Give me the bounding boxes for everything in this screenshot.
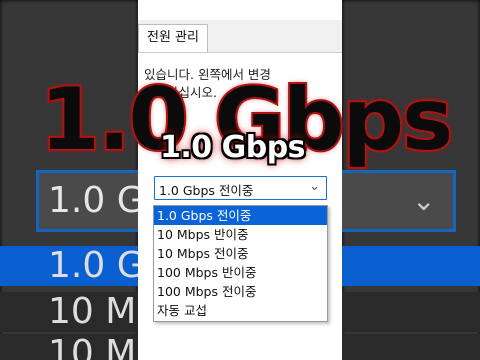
properties-dialog: 전원 관리 있습니다. 왼쪽에서 변경 선택하십시오. 1.0 Gbps 전이중… bbox=[138, 0, 342, 360]
dropdown-option[interactable]: 100 Mbps 반이중 bbox=[154, 263, 327, 282]
dropdown-option[interactable]: 100 Mbps 전이중 bbox=[154, 282, 327, 301]
dropdown-option[interactable]: 10 Mbps 전이중 bbox=[154, 244, 327, 263]
select-value: 1.0 Gbps 전이중 bbox=[159, 183, 254, 198]
overlay-caption-small: 1.0 Gbps bbox=[160, 130, 306, 165]
dropdown-option[interactable]: 10 Mbps 반이중 bbox=[154, 225, 327, 244]
blurred-chevron-icon: ⌄ bbox=[412, 184, 436, 217]
speed-duplex-select[interactable]: 1.0 Gbps 전이중 ⌄ bbox=[154, 176, 327, 200]
tab-power-management[interactable]: 전원 관리 bbox=[138, 24, 208, 52]
chevron-down-icon[interactable]: ⌄ bbox=[309, 179, 320, 194]
dropdown-option[interactable]: 자동 교섭 bbox=[154, 301, 327, 320]
speed-duplex-dropdown-list: 1.0 Gbps 전이중 10 Mbps 반이중 10 Mbps 전이중 100… bbox=[153, 205, 328, 322]
dropdown-option[interactable]: 1.0 Gbps 전이중 bbox=[154, 206, 327, 225]
